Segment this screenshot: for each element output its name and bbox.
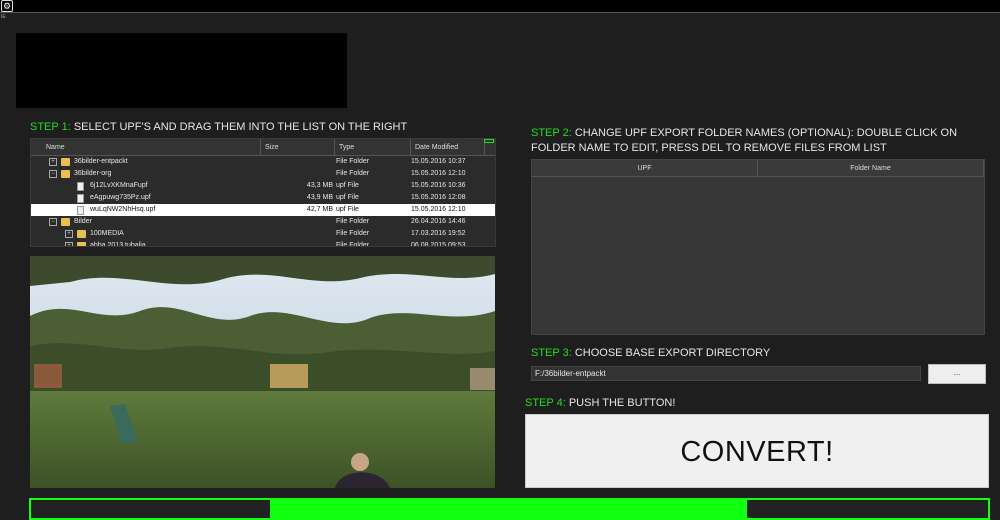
step3-instruction: STEP 3: CHOOSE BASE EXPORT DIRECTORY — [531, 346, 770, 361]
row-size: 42,7 MB — [306, 206, 333, 213]
step4-text: PUSH THE BUTTON! — [565, 397, 676, 409]
folder-row[interactable]: − 36bilder-org File Folder 15.05.2016 12:10 — [31, 168, 495, 180]
folder-icon — [61, 158, 70, 166]
collapse-icon[interactable]: − — [49, 218, 57, 226]
column-name[interactable]: Name — [31, 139, 261, 155]
file-icon — [77, 194, 84, 203]
panorama-preview — [30, 256, 495, 488]
file-row[interactable]: 6j12LvXKMnaFupf 43,3 MB upf File 15.05.2016… — [31, 180, 495, 192]
row-type: File Folder — [336, 158, 370, 165]
step3-text: CHOOSE BASE EXPORT DIRECTORY — [571, 347, 771, 359]
collapse-icon[interactable]: − — [49, 170, 57, 178]
folder-icon — [61, 170, 70, 178]
row-date: 15.05.2016 12:08 — [411, 194, 466, 201]
row-name: 100MEDIA — [90, 230, 124, 237]
row-date: 15.05.2016 12:10 — [411, 170, 466, 177]
row-type: File Folder — [336, 230, 370, 237]
upf-list-header: UPF Folder Name — [532, 160, 984, 177]
row-type: upf File — [336, 194, 359, 201]
row-size: 43,3 MB — [306, 182, 333, 189]
file-row[interactable]: wuLqNW2NhHsq.upf 42,7 MB upf File 15.05.201… — [31, 204, 495, 216]
step2-text: CHANGE UPF EXPORT FOLDER NAMES (OPTIONAL… — [531, 127, 958, 154]
file-icon — [77, 206, 84, 215]
folder-row[interactable]: +36bilder-entpackt File Folder 15.05.2016 … — [31, 156, 495, 168]
row-date: 15.05.2016 10:37 — [411, 158, 466, 165]
folder-row[interactable]: − Bilder File Folder 26.04.2016 14:46 — [31, 216, 495, 228]
row-date: 17.03.2016 19:52 — [411, 230, 466, 237]
row-type: File Folder — [336, 170, 370, 177]
folder-icon — [77, 230, 86, 238]
step2-number: STEP 2: — [531, 127, 572, 139]
step2-instruction: STEP 2: CHANGE UPF EXPORT FOLDER NAMES (… — [531, 126, 971, 156]
row-name: 36bilder-entpackt — [74, 158, 128, 165]
row-date: 15.05.2016 10:36 — [411, 182, 466, 189]
row-type: upf File — [336, 182, 359, 189]
row-date: 15.05.2016 12:10 — [411, 206, 466, 213]
row-date: 06.08.2015 09:53 — [411, 242, 466, 247]
row-name: abba 2013 tubalia — [90, 242, 146, 247]
row-name: 6j12LvXKMnaFupf — [90, 182, 148, 189]
row-name: Bilder — [74, 218, 92, 225]
title-bar: ⚙ — [0, 0, 1000, 13]
row-name: 36bilder-org — [74, 170, 112, 177]
file-row[interactable]: eAgpuwg735Pz.upf 43,9 MB upf File 15.05.201… — [31, 192, 495, 204]
settings-icon[interactable]: ⚙ — [1, 0, 13, 12]
column-folder-name[interactable]: Folder Name — [758, 160, 984, 176]
upf-list[interactable]: UPF Folder Name — [531, 159, 985, 335]
row-date: 26.04.2016 14:46 — [411, 218, 466, 225]
row-name: eAgpuwg735Pz.upf — [90, 194, 151, 201]
progress-fill — [270, 500, 747, 518]
expand-icon[interactable]: + — [49, 158, 57, 166]
folder-row[interactable]: + abba 2013 tubalia File Folder 06.08.2015 … — [31, 240, 495, 247]
step3-number: STEP 3: — [531, 347, 572, 359]
explorer-rows: +36bilder-entpackt File Folder 15.05.2016 … — [31, 156, 495, 247]
step1-number: STEP 1: — [30, 121, 71, 133]
explorer-header: Name Size Type Date Modified — [31, 139, 495, 156]
explorer-scrollbar[interactable] — [484, 139, 494, 143]
row-name: wuLqNW2NhHsq.upf — [90, 206, 156, 213]
step1-text: SELECT UPF'S AND DRAG THEM INTO THE LIST… — [70, 121, 408, 133]
folder-row[interactable]: +100MEDIA File Folder 17.03.2016 19:52 — [31, 228, 495, 240]
step1-instruction: STEP 1: SELECT UPF'S AND DRAG THEM INTO … — [30, 120, 407, 135]
file-icon — [77, 182, 84, 191]
column-size[interactable]: Size — [261, 139, 335, 155]
folder-icon — [77, 242, 86, 246]
row-size: 43,9 MB — [306, 194, 333, 201]
file-explorer[interactable]: Name Size Type Date Modified +36bilder-e… — [30, 138, 496, 247]
folder-icon — [61, 218, 70, 226]
step4-instruction: STEP 4: PUSH THE BUTTON! — [525, 396, 675, 411]
step4-number: STEP 4: — [525, 397, 566, 409]
column-date-modified[interactable]: Date Modified — [411, 139, 485, 155]
logo-area — [16, 33, 347, 108]
browse-button[interactable]: ... — [928, 364, 986, 384]
panorama-image — [30, 256, 495, 488]
expand-icon[interactable]: + — [65, 242, 73, 246]
window-label: IE — [1, 14, 6, 20]
expand-icon[interactable]: + — [65, 230, 73, 238]
row-type: upf File — [336, 206, 359, 213]
column-upf[interactable]: UPF — [532, 160, 758, 176]
row-type: File Folder — [336, 242, 370, 247]
convert-button[interactable]: CONVERT! — [525, 414, 989, 488]
column-type[interactable]: Type — [335, 139, 411, 155]
row-type: File Folder — [336, 218, 370, 225]
export-directory-input[interactable] — [531, 366, 921, 381]
